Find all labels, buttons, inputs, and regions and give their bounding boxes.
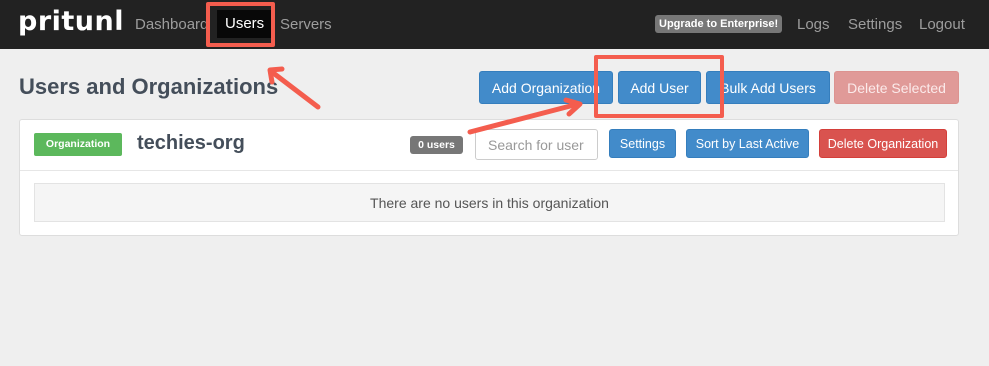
search-user-input[interactable] xyxy=(475,129,598,160)
add-user-highlight xyxy=(594,55,724,118)
navbar: pritunl Dashboard Users Servers Upgrade … xyxy=(0,0,989,49)
sort-last-active-button[interactable]: Sort by Last Active xyxy=(686,129,809,158)
nav-logout[interactable]: Logout xyxy=(919,16,965,33)
brand-logo[interactable]: pritunl xyxy=(18,6,124,37)
nav-logs[interactable]: Logs xyxy=(797,16,830,33)
add-organization-button[interactable]: Add Organization xyxy=(479,71,613,104)
panel-divider xyxy=(20,170,958,171)
organization-panel: Organization techies-org 0 users There a… xyxy=(19,119,959,236)
nav-dashboard[interactable]: Dashboard xyxy=(135,16,208,33)
bulk-add-users-button[interactable]: Bulk Add Users xyxy=(706,71,830,104)
nav-settings[interactable]: Settings xyxy=(848,16,902,33)
delete-selected-button[interactable]: Delete Selected xyxy=(834,71,959,104)
nav-servers[interactable]: Servers xyxy=(280,16,332,33)
arrow-to-users-tab xyxy=(269,69,321,110)
users-count-badge: 0 users xyxy=(410,136,463,154)
empty-users-message: There are no users in this organization xyxy=(34,183,945,222)
org-settings-button[interactable]: Settings xyxy=(609,129,676,158)
upgrade-badge[interactable]: Upgrade to Enterprise! xyxy=(655,15,783,33)
users-tab-highlight xyxy=(206,2,275,47)
delete-organization-button[interactable]: Delete Organization xyxy=(819,129,947,158)
organization-label: Organization xyxy=(34,133,122,156)
organization-name[interactable]: techies-org xyxy=(137,132,245,155)
page-title: Users and Organizations xyxy=(19,74,279,99)
